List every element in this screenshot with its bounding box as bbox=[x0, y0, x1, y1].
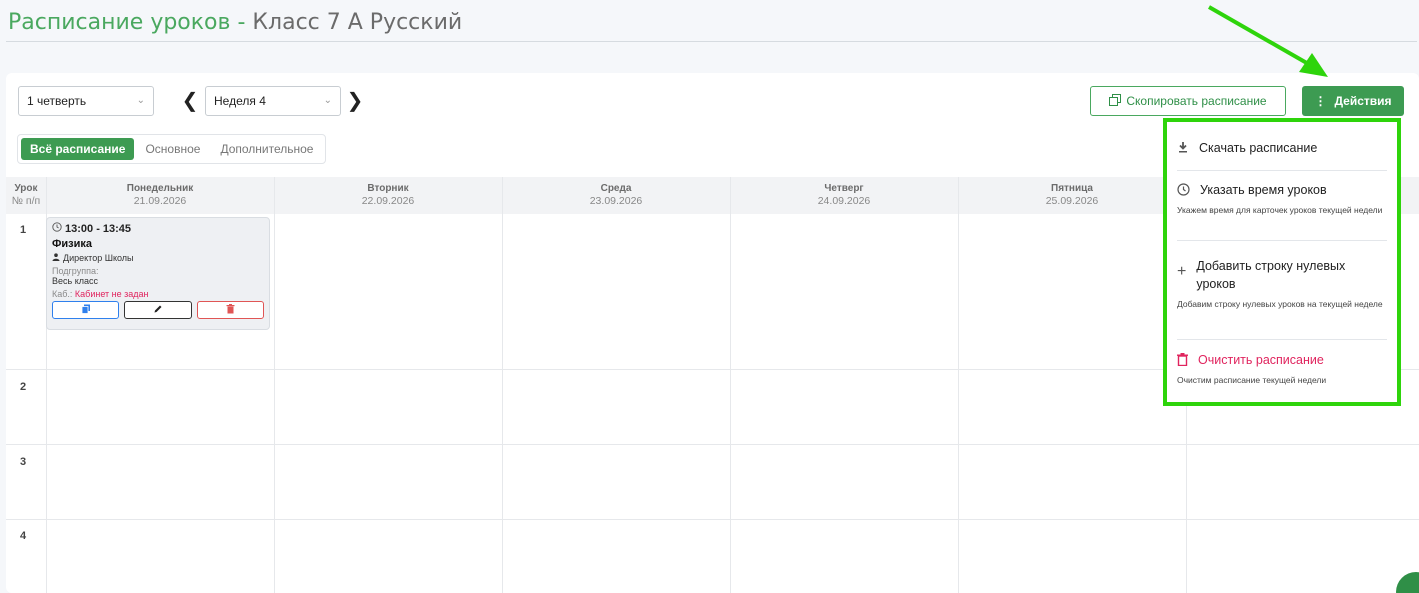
grid-row-line bbox=[6, 444, 1419, 445]
person-icon bbox=[52, 253, 60, 263]
lesson-room: Каб.: Кабинет не задан bbox=[52, 289, 264, 299]
next-week-button[interactable]: ❯ bbox=[345, 87, 365, 113]
lesson-number-header-label: Урок bbox=[14, 183, 38, 194]
menu-item-clear-schedule[interactable]: Очистить расписание Очистим расписание т… bbox=[1177, 353, 1387, 386]
lesson-time-value: 13:00 - 13:45 bbox=[65, 222, 132, 235]
page-title-main: Расписание уроков bbox=[8, 10, 231, 35]
grid-column-line bbox=[958, 177, 959, 593]
lesson-card[interactable]: 13:00 - 13:45 Физика Директор Школы Подг… bbox=[46, 217, 270, 330]
day-name: Понедельник bbox=[126, 183, 194, 194]
menu-item-add-zero-row[interactable]: + Добавить строку нулевых уроков Добавим… bbox=[1177, 258, 1387, 310]
prev-week-button[interactable]: ❮ bbox=[180, 87, 200, 113]
lesson-room-label: Каб.: bbox=[52, 289, 73, 299]
copy-icon bbox=[1109, 93, 1122, 109]
day-date: 24.09.2026 bbox=[817, 195, 871, 207]
menu-item-clear-schedule-desc: Очистим расписание текущей недели bbox=[1177, 375, 1327, 385]
clock-icon bbox=[1177, 183, 1190, 199]
tab-additional[interactable]: Дополнительное bbox=[211, 138, 322, 160]
grid-column-line bbox=[502, 177, 503, 593]
day-header-thursday: Четверг 24.09.2026 bbox=[730, 177, 958, 214]
clock-icon bbox=[52, 222, 62, 235]
menu-item-set-time-desc: Укажем время для карточек уроков текущей… bbox=[1177, 205, 1383, 215]
actions-label: Действия bbox=[1334, 94, 1392, 108]
plus-icon: + bbox=[1177, 263, 1187, 280]
grid-column-line bbox=[274, 177, 275, 593]
day-header-wednesday: Среда 23.09.2026 bbox=[502, 177, 730, 214]
pencil-icon bbox=[153, 301, 163, 319]
trash-icon bbox=[1177, 353, 1188, 369]
lesson-delete-button[interactable] bbox=[196, 301, 264, 319]
menu-divider bbox=[1177, 339, 1387, 340]
day-header-friday: Пятница 25.09.2026 bbox=[958, 177, 1186, 214]
page-title-separator: - bbox=[230, 10, 253, 35]
trash-icon bbox=[226, 301, 235, 319]
copy-schedule-label: Скопировать расписание bbox=[1126, 94, 1267, 108]
lesson-subgroup-label: Подгруппа: bbox=[52, 266, 99, 276]
row-number: 4 bbox=[20, 530, 27, 542]
annotation-arrow bbox=[1208, 5, 1328, 77]
day-header-monday: Понедельник 21.09.2026 bbox=[46, 177, 274, 214]
actions-button[interactable]: ⋮ Действия bbox=[1302, 86, 1404, 116]
row-number: 3 bbox=[20, 456, 27, 468]
download-icon bbox=[1177, 141, 1189, 156]
day-name: Вторник bbox=[367, 183, 409, 194]
day-date: 23.09.2026 bbox=[589, 195, 643, 207]
schedule-type-tabs: Всё расписание Основное Дополнительное bbox=[17, 134, 327, 164]
actions-dropdown-menu: Скачать расписание Указать время уроков … bbox=[1163, 118, 1401, 406]
lesson-edit-button[interactable] bbox=[124, 301, 192, 319]
menu-item-download[interactable]: Скачать расписание bbox=[1177, 141, 1387, 156]
lesson-subgroup-value: Весь класс bbox=[52, 276, 98, 286]
chevron-down-icon: ⌄ bbox=[323, 95, 332, 106]
menu-divider bbox=[1177, 170, 1387, 171]
day-name: Четверг bbox=[824, 183, 864, 194]
day-name: Среда bbox=[600, 183, 632, 194]
lesson-card-actions bbox=[52, 301, 264, 319]
chevron-down-icon: ⌄ bbox=[136, 95, 145, 106]
lesson-subject: Физика bbox=[52, 238, 93, 250]
grid-row-line bbox=[6, 519, 1419, 520]
copy-icon bbox=[81, 301, 91, 319]
menu-item-download-label: Скачать расписание bbox=[1199, 141, 1318, 155]
page-title-class: Класс 7 А Русский bbox=[252, 10, 463, 35]
lesson-teacher: Директор Школы bbox=[52, 253, 264, 263]
menu-item-set-time[interactable]: Указать время уроков Укажем время для ка… bbox=[1177, 183, 1387, 216]
menu-item-add-zero-row-label: Добавить строку нулевых уроков bbox=[1196, 259, 1346, 291]
menu-item-add-zero-row-desc: Добавим строку нулевых уроков на текущей… bbox=[1177, 299, 1383, 309]
menu-divider bbox=[1177, 240, 1387, 241]
tab-all-schedule[interactable]: Всё расписание bbox=[21, 138, 135, 160]
lesson-teacher-name: Директор Школы bbox=[63, 253, 134, 263]
kebab-menu-icon: ⋮ bbox=[1314, 94, 1327, 108]
week-select[interactable]: Неделя 4 ⌄ bbox=[205, 86, 341, 116]
day-header-tuesday: Вторник 22.09.2026 bbox=[274, 177, 502, 214]
menu-item-set-time-label: Указать время уроков bbox=[1200, 183, 1327, 197]
week-select-value: Неделя 4 bbox=[214, 94, 266, 108]
day-name: Пятница bbox=[1051, 183, 1093, 194]
day-date: 25.09.2026 bbox=[1045, 195, 1099, 207]
lesson-number-header: Урок № п/п bbox=[6, 177, 46, 214]
quarter-select[interactable]: 1 четверть ⌄ bbox=[18, 86, 154, 116]
copy-schedule-button[interactable]: Скопировать расписание bbox=[1090, 86, 1286, 116]
lesson-number-header-sub: № п/п bbox=[11, 195, 41, 207]
quarter-select-value: 1 четверть bbox=[27, 94, 87, 108]
day-date: 21.09.2026 bbox=[133, 195, 187, 207]
row-number: 2 bbox=[20, 381, 27, 393]
lesson-copy-button[interactable] bbox=[52, 301, 120, 319]
lesson-room-value: Кабинет не задан bbox=[74, 289, 149, 299]
page-title: Расписание уроков - Класс 7 А Русский bbox=[8, 10, 462, 35]
lesson-time: 13:00 - 13:45 bbox=[52, 222, 264, 235]
menu-item-clear-schedule-label: Очистить расписание bbox=[1198, 353, 1324, 367]
grid-column-line bbox=[730, 177, 731, 593]
tab-main[interactable]: Основное bbox=[136, 138, 209, 160]
row-number: 1 bbox=[20, 224, 27, 236]
day-date: 22.09.2026 bbox=[361, 195, 415, 207]
